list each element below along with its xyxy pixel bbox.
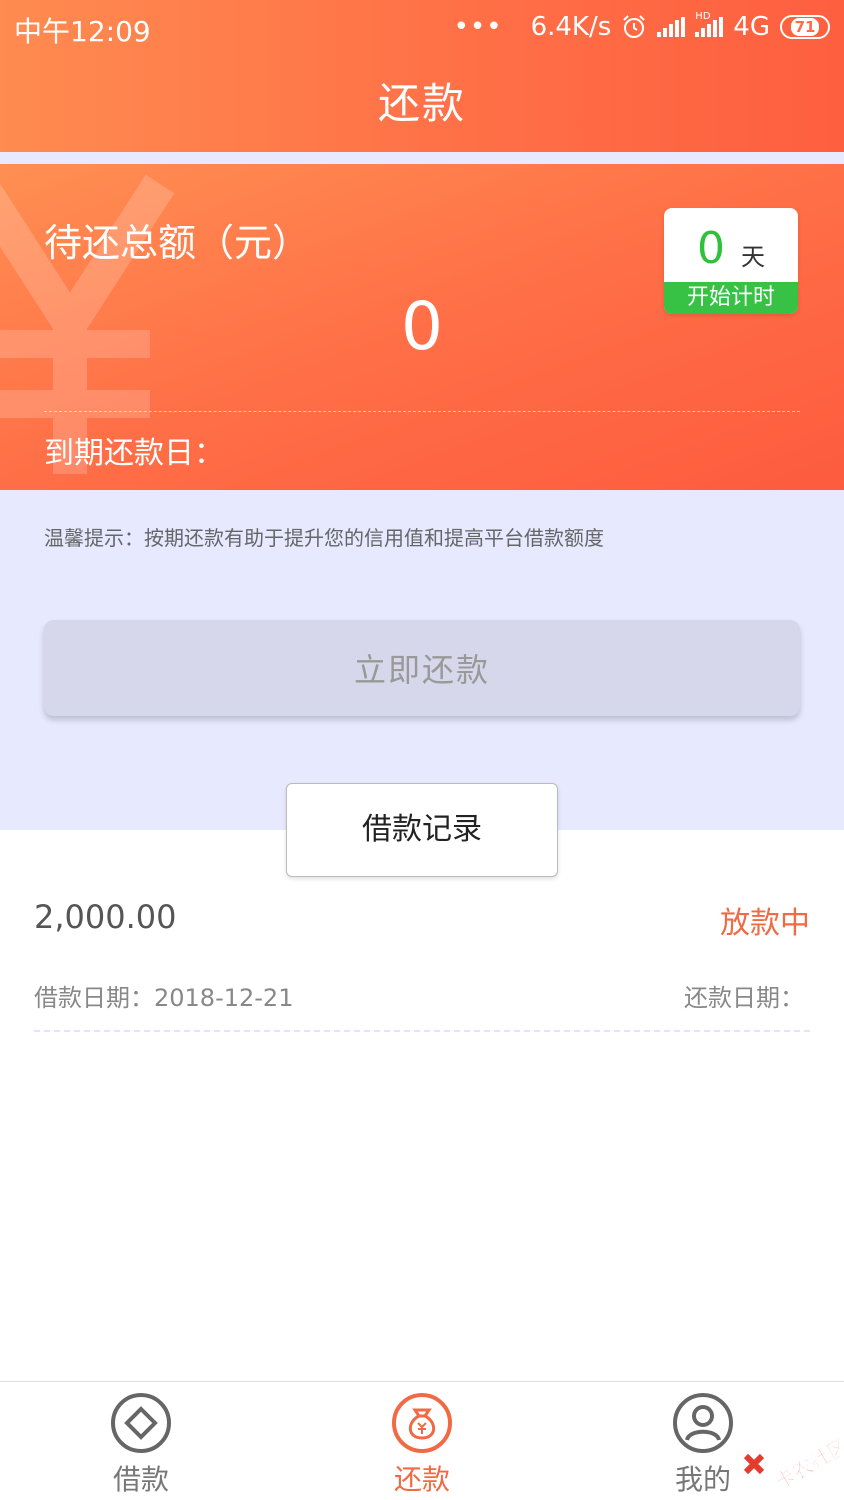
days-value: 0 [697,222,725,274]
watermark-text: 卡农社区 [771,1433,840,1490]
repay-date: 还款日期： [684,984,804,1012]
nav-item-borrow[interactable]: 借款 [81,1392,201,1498]
nav-label: 还款 [393,1463,450,1496]
header-separator [0,152,844,164]
tip-area: 温馨提示：按期还款有助于提升您的信用值和提高平台借款额度 立即还款 [0,490,844,830]
signal-icon [657,17,686,37]
card-divider [44,411,800,412]
header: 中午12:09 ••• 6.4K/s HD 4G 71 还款 [0,0,844,152]
status-bar: 中午12:09 ••• 6.4K/s HD 4G 71 [0,0,844,56]
net-speed: 6.4K/s [530,12,612,42]
alarm-icon [623,15,646,38]
network-type: 4G [733,12,770,42]
hd-label: HD [695,11,711,22]
bottom-nav: 借款 还款 我的 [0,1381,844,1500]
repay-now-button[interactable]: 立即还款 [44,620,800,716]
amount-label: 待还总额（元） [44,221,311,265]
list-divider [34,1030,810,1032]
diamond-circle-icon [111,1393,171,1453]
status-icons: ••• 6.4K/s HD 4G 71 [454,8,830,46]
more-dots-icon: ••• [453,12,503,42]
status-time: 中午12:09 [14,15,151,48]
record-amount: 2,000.00 [34,898,177,936]
due-date-label: 到期还款日： [44,436,224,471]
days-unit: 天 [741,242,765,271]
page-title: 还款 [377,79,466,128]
list-item[interactable]: 2,000.00 放款中 借款日期：2018-12-21 还款日期： [34,890,810,1035]
nav-item-repay[interactable]: 还款 [362,1392,482,1498]
status-badge: 放款中 [720,906,810,941]
hd-signal-icon: HD [695,11,724,37]
battery-icon: 71 [780,15,830,39]
user-icon [673,1393,733,1453]
days-caption: 开始计时 [664,282,798,314]
loan-date: 借款日期：2018-12-21 [34,984,294,1012]
days-counter: 0 天 开始计时 [664,208,798,314]
loan-records-tab[interactable]: 借款记录 [286,783,558,877]
battery-level: 71 [790,18,820,36]
tip-text: 温馨提示：按期还款有助于提升您的信用值和提高平台借款额度 [44,526,604,550]
money-bag-icon [392,1393,452,1453]
nav-label: 借款 [112,1463,169,1496]
watermark-logo: 卡农社区 [743,1433,840,1490]
amount-card: 待还总额（元） 0 0 天 开始计时 到期还款日： [0,164,844,490]
